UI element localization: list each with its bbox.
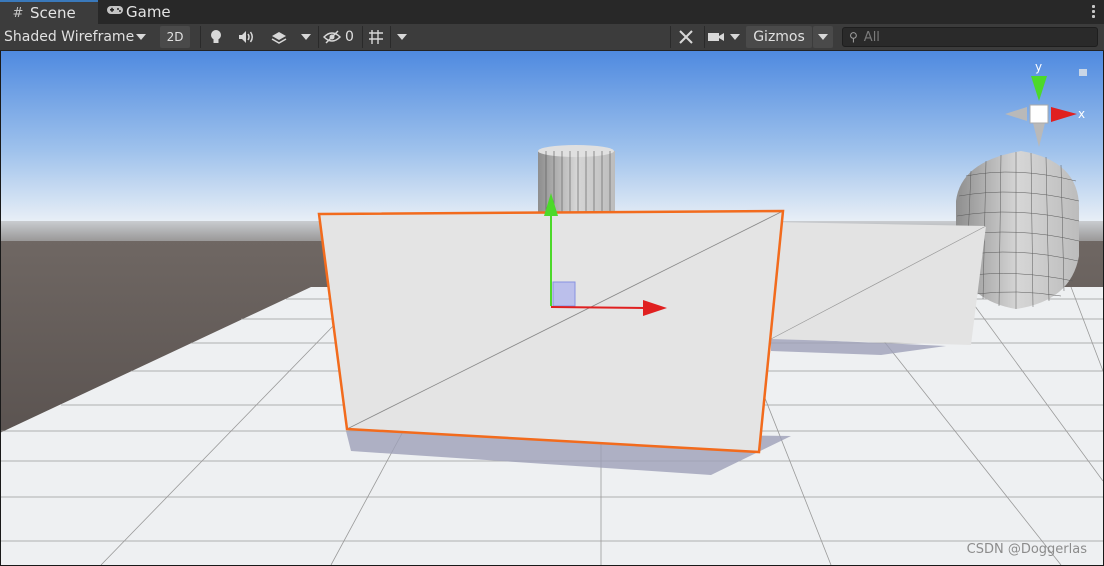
- x-axis-handle: [550, 306, 647, 309]
- tab-bar: # Scene Game: [0, 0, 1104, 24]
- grid-dropdown[interactable]: [390, 26, 412, 48]
- layers-icon: [271, 32, 287, 44]
- camera-dropdown[interactable]: [726, 26, 744, 48]
- grid-toggle-button[interactable]: [362, 26, 388, 48]
- hidden-count: 0: [345, 29, 354, 45]
- gamepad-icon: [106, 4, 123, 20]
- gizmos-label: Gizmos: [753, 29, 805, 45]
- scene-visibility-toggle[interactable]: 0: [318, 26, 358, 48]
- scene-render: y x: [1, 51, 1103, 565]
- search-placeholder: All: [863, 29, 880, 45]
- gizmo-y-label: y: [1035, 60, 1042, 74]
- gizmos-dropdown[interactable]: [813, 26, 833, 48]
- hidden-eye-icon: [323, 30, 342, 44]
- chevron-down-icon: [136, 34, 146, 40]
- camera-icon: [707, 33, 724, 41]
- effects-toggle-button[interactable]: [264, 26, 294, 48]
- speaker-icon: [239, 31, 253, 43]
- lighting-toggle-button[interactable]: [200, 26, 230, 48]
- lightbulb-icon: [210, 30, 221, 43]
- gizmos-button[interactable]: Gizmos: [746, 26, 812, 48]
- watermark: CSDN @Doggerlas: [966, 542, 1087, 557]
- chevron-down-icon: [818, 34, 828, 40]
- scene-toolbar: Shaded Wireframe 2D 0 Gizmos ⚲ All: [0, 24, 1104, 51]
- draw-mode-dropdown[interactable]: Shaded Wireframe: [4, 26, 152, 48]
- toggle-2d-label: 2D: [166, 30, 184, 44]
- more-options-icon[interactable]: [1090, 3, 1096, 21]
- grid-icon: #: [12, 5, 24, 21]
- search-icon: ⚲: [849, 30, 858, 44]
- tools-button[interactable]: [670, 26, 700, 48]
- camera-button[interactable]: [704, 26, 726, 48]
- tab-game-label: Game: [126, 3, 171, 21]
- scene-search-input[interactable]: ⚲ All: [842, 27, 1098, 47]
- gizmo-x-label: x: [1078, 107, 1085, 121]
- grid-snap-icon: [368, 30, 383, 44]
- chevron-down-icon: [396, 34, 407, 40]
- tools-icon: [678, 30, 693, 44]
- audio-toggle-button[interactable]: [232, 26, 262, 48]
- back-cube-object: [770, 222, 987, 345]
- effects-dropdown[interactable]: [296, 26, 316, 48]
- draw-mode-label: Shaded Wireframe: [4, 29, 134, 45]
- chevron-down-icon: [730, 34, 740, 40]
- tab-game[interactable]: Game: [106, 0, 196, 24]
- chevron-down-icon: [301, 34, 311, 40]
- toggle-2d-button[interactable]: 2D: [160, 26, 190, 48]
- tab-scene[interactable]: # Scene: [0, 0, 98, 24]
- lock-icon: [1079, 69, 1087, 76]
- scene-viewport[interactable]: y x CSDN @Doggerlas: [1, 51, 1103, 565]
- tab-scene-label: Scene: [30, 4, 76, 22]
